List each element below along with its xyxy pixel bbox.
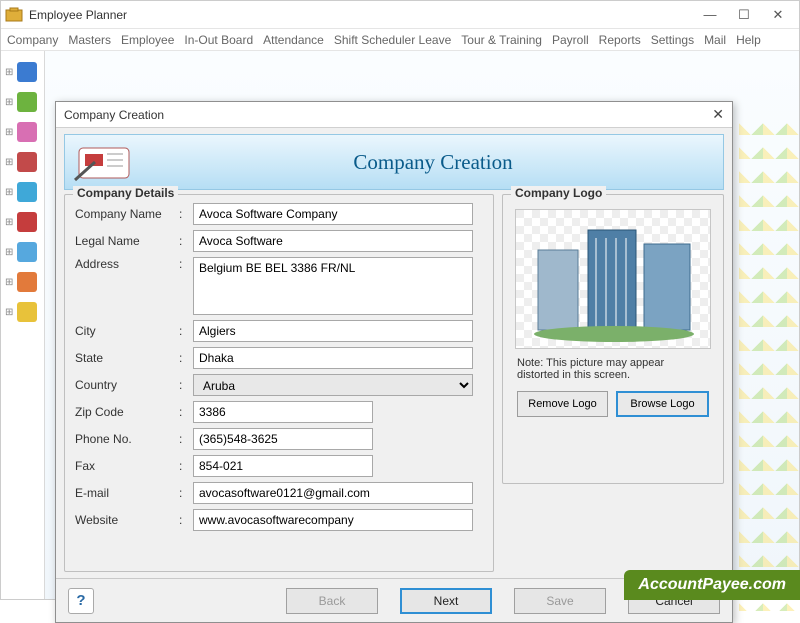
next-button[interactable]: Next	[400, 588, 492, 614]
menu-employee[interactable]: Employee	[121, 33, 174, 47]
menubar: Company Masters Employee In-Out Board At…	[1, 29, 799, 51]
menu-reports[interactable]: Reports	[599, 33, 641, 47]
sidebar-item-4[interactable]: ⊞	[1, 177, 44, 207]
city-input[interactable]	[193, 320, 473, 342]
coin-icon	[17, 302, 37, 322]
company-details-group: Company Details Company Name: Legal Name…	[64, 194, 494, 572]
notebook-icon	[73, 140, 143, 184]
dialog-titlebar: Company Creation ✕	[56, 102, 732, 128]
phone-label: Phone No.	[75, 432, 179, 446]
calendar-icon	[17, 212, 37, 232]
menu-help[interactable]: Help	[736, 33, 761, 47]
menu-settings[interactable]: Settings	[651, 33, 694, 47]
address-label: Address	[75, 257, 179, 271]
maximize-button[interactable]: ☐	[727, 4, 761, 26]
company-logo-legend: Company Logo	[511, 186, 606, 200]
menu-company[interactable]: Company	[7, 33, 58, 47]
country-select[interactable]: Aruba	[193, 374, 473, 396]
city-label: City	[75, 324, 179, 338]
building-icon	[17, 62, 37, 82]
country-label: Country	[75, 378, 179, 392]
logo-preview	[515, 209, 711, 349]
state-label: State	[75, 351, 179, 365]
remove-logo-button[interactable]: Remove Logo	[517, 391, 608, 417]
buildings-icon	[516, 210, 712, 350]
dialog-hero: Company Creation	[64, 134, 724, 190]
logo-note: Note: This picture may appear distorted …	[513, 357, 713, 391]
zip-input[interactable]	[193, 401, 373, 423]
email-input[interactable]	[193, 482, 473, 504]
company-name-input[interactable]	[193, 203, 473, 225]
back-button[interactable]: Back	[286, 588, 378, 614]
fax-input[interactable]	[193, 455, 373, 477]
app-icon	[5, 7, 23, 23]
main-title: Employee Planner	[29, 8, 127, 22]
dialog-title: Company Creation	[64, 108, 164, 122]
layers-icon	[17, 92, 37, 112]
main-content: ⊞ ⊞ ⊞ ⊞ ⊞ ⊞ ⊞ ⊞ ⊞ Company Creation ✕ Com…	[1, 51, 799, 599]
save-button[interactable]: Save	[514, 588, 606, 614]
sidebar-item-5[interactable]: ⊞	[1, 207, 44, 237]
board-icon	[17, 152, 37, 172]
sidebar-item-8[interactable]: ⊞	[1, 297, 44, 327]
sidebar-item-1[interactable]: ⊞	[1, 87, 44, 117]
menu-payroll[interactable]: Payroll	[552, 33, 589, 47]
dialog-hero-text: Company Creation	[143, 150, 723, 175]
menu-attendance[interactable]: Attendance	[263, 33, 324, 47]
help-button[interactable]: ?	[68, 588, 94, 614]
wallet-icon	[17, 272, 37, 292]
sidebar-item-0[interactable]: ⊞	[1, 57, 44, 87]
main-window: Employee Planner — ☐ ✕ Company Masters E…	[0, 0, 800, 600]
company-details-legend: Company Details	[73, 186, 178, 200]
sidebar-item-2[interactable]: ⊞	[1, 117, 44, 147]
plane-icon	[17, 242, 37, 262]
website-input[interactable]	[193, 509, 473, 531]
email-label: E-mail	[75, 486, 179, 500]
sidebar-item-7[interactable]: ⊞	[1, 267, 44, 297]
company-logo-group: Company Logo Note: This picture may	[502, 194, 724, 484]
menu-inout-board[interactable]: In-Out Board	[184, 33, 253, 47]
zip-label: Zip Code	[75, 405, 179, 419]
legal-name-label: Legal Name	[75, 234, 179, 248]
sidebar: ⊞ ⊞ ⊞ ⊞ ⊞ ⊞ ⊞ ⊞ ⊞	[1, 51, 45, 599]
minimize-button[interactable]: —	[693, 4, 727, 26]
phone-input[interactable]	[193, 428, 373, 450]
sidebar-item-6[interactable]: ⊞	[1, 237, 44, 267]
clock-icon	[17, 182, 37, 202]
browse-logo-button[interactable]: Browse Logo	[616, 391, 709, 417]
address-input[interactable]: Belgium BE BEL 3386 FR/NL	[193, 257, 473, 315]
close-button[interactable]: ✕	[761, 4, 795, 26]
dialog-close-icon[interactable]: ✕	[712, 106, 724, 123]
website-label: Website	[75, 513, 179, 527]
fax-label: Fax	[75, 459, 179, 473]
state-input[interactable]	[193, 347, 473, 369]
company-creation-dialog: Company Creation ✕ Company Creation Comp…	[55, 101, 733, 623]
sidebar-item-3[interactable]: ⊞	[1, 147, 44, 177]
company-name-label: Company Name	[75, 207, 179, 221]
brand-badge: AccountPayee.com	[624, 570, 800, 600]
menu-mail[interactable]: Mail	[704, 33, 726, 47]
legal-name-input[interactable]	[193, 230, 473, 252]
people-icon	[17, 122, 37, 142]
background-decoration	[739, 111, 799, 611]
menu-masters[interactable]: Masters	[68, 33, 111, 47]
menu-tour-training[interactable]: Tour & Training	[461, 33, 542, 47]
main-titlebar: Employee Planner — ☐ ✕	[1, 1, 799, 29]
menu-shift-scheduler-leave[interactable]: Shift Scheduler Leave	[334, 33, 451, 47]
